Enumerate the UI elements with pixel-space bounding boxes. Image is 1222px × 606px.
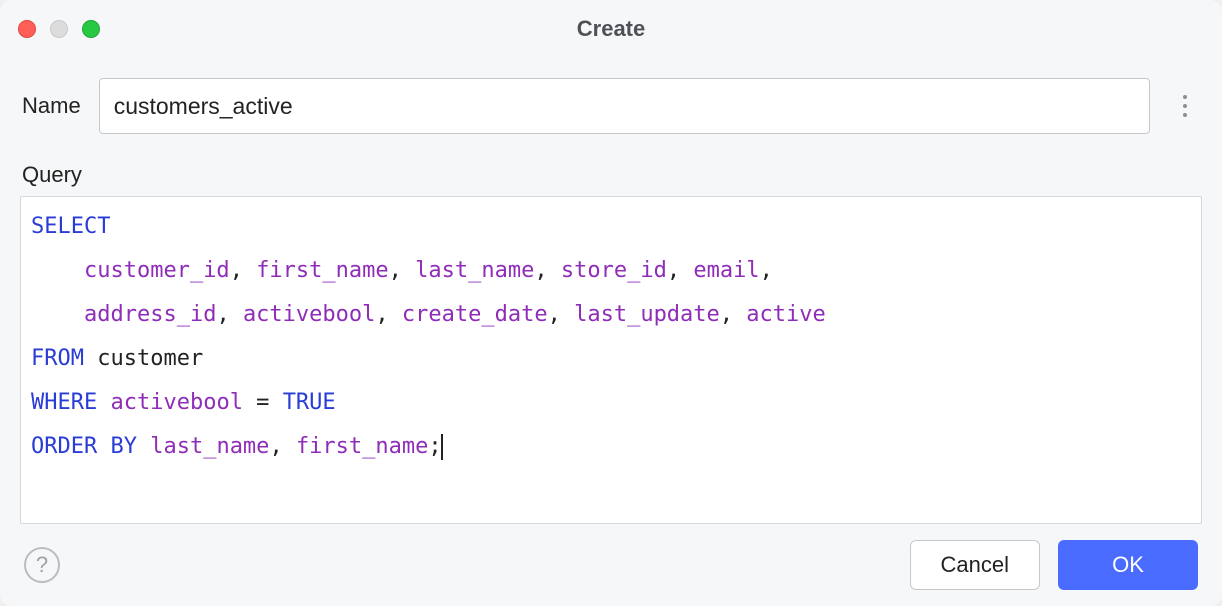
name-input[interactable] [99, 78, 1150, 134]
dialog-footer: ? Cancel OK [0, 524, 1222, 606]
minimize-icon[interactable] [50, 20, 68, 38]
close-icon[interactable] [18, 20, 36, 38]
more-options-icon[interactable] [1168, 89, 1202, 123]
traffic-lights [18, 20, 100, 38]
name-label: Name [20, 93, 81, 119]
name-row: Name [20, 78, 1202, 134]
dialog-content: Name Query SELECT customer_id, first_nam… [0, 58, 1222, 524]
zoom-icon[interactable] [82, 20, 100, 38]
ok-button[interactable]: OK [1058, 540, 1198, 590]
title-bar: Create [0, 0, 1222, 58]
query-label: Query [20, 162, 1202, 188]
page-title: Create [577, 16, 645, 42]
query-editor[interactable]: SELECT customer_id, first_name, last_nam… [20, 196, 1202, 524]
cancel-button[interactable]: Cancel [910, 540, 1040, 590]
help-icon[interactable]: ? [24, 547, 60, 583]
dialog-window: Create Name Query SELECT customer_id, fi… [0, 0, 1222, 606]
